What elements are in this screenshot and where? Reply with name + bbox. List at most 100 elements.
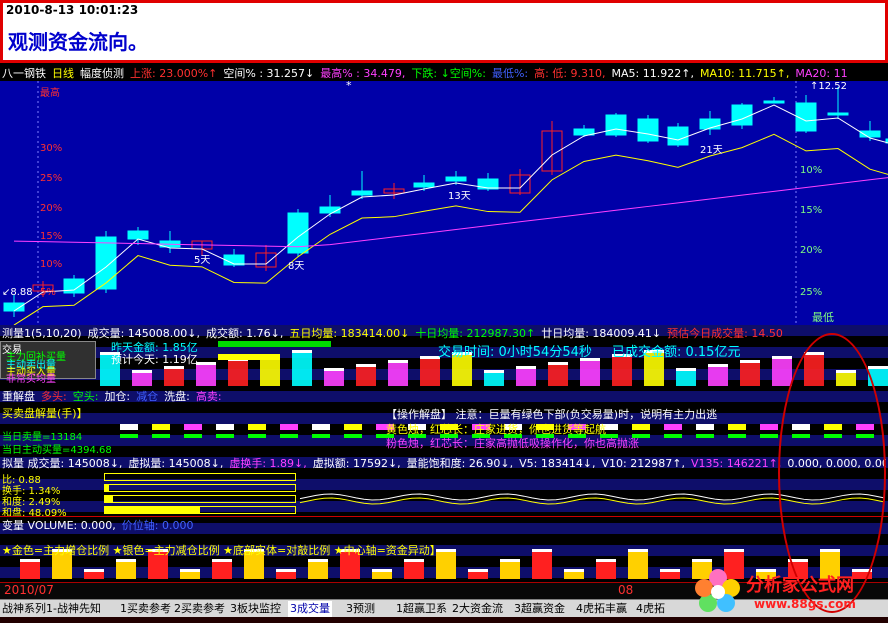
pct-label-right: 10% [800,165,822,176]
turnover-row-fill [105,485,109,491]
pct-label-left: 25% [40,173,62,184]
volume-bar-cap [132,370,152,373]
site-logo: 分析家公式网 www.88gs.com [688,566,884,616]
tab-7[interactable]: 2大资金流 [450,601,505,617]
volume-bar [420,356,440,386]
bottom-price: ↙8.88 [2,287,33,298]
volume-bar [548,362,568,386]
pct-label-left: 5% [40,287,56,298]
ratio-bar-cap [692,559,712,562]
volume-bar-cap [772,356,792,359]
ratio-bar-cap [372,569,392,572]
turnover.header-item: V5: 183414↓, [519,457,596,470]
caption-text: 观测资金流向。 [8,30,148,54]
note-pink: 粉色烛，红芯长：庄家高抛低吸操作化，你也高抛涨 [386,437,639,450]
volume-bar [772,356,792,386]
note-title: 【操作解盘】 注意：巨量有绿色下部(负交易量)时，说明有主力出逃 [386,408,718,421]
header.items-item: 下跌: ↓空间%: [411,67,486,80]
pct-label-left: 最高 [40,86,60,99]
wash.items-item: 减仓 [136,390,159,403]
header.items-item: 日线 [52,67,74,80]
tab-4[interactable]: 3成交量 [288,601,332,617]
bsp-title: 买卖盘解量(手)】 [2,407,88,420]
wash.items-item: 多头: [41,390,67,403]
vol_header.items-item: 十日均量: 212987.30↑ [415,327,536,340]
tab-5[interactable]: 3预测 [344,601,377,617]
candle-body [413,182,435,188]
ratio-bar-cap [84,569,104,572]
yesterday-bar [218,341,331,347]
tab-10[interactable]: 4虎拓 [634,601,667,617]
turnover-row-fill [105,507,200,513]
header.items-item: 八一钢铁 [2,67,46,80]
tab-9[interactable]: 4虎拓丰赢 [574,601,629,617]
turnover.header-item: 虚拟量: 145008↓, [128,457,224,470]
bottom-label: 最低 [812,311,834,324]
tab-2[interactable]: 2买卖参考 [172,601,227,617]
top-price: ↑12.52 [810,81,847,92]
ratio-bar-cap [564,569,584,572]
ratio-header: 变量 VOLUME: 0.000, 价位轴: 0.000 [2,518,202,533]
tab-6[interactable]: 1超赢卫系 [394,601,449,617]
bs-bar [728,424,746,430]
bs-bar-green [312,434,330,438]
bs-bar [280,424,298,430]
ratio-bar [532,549,552,579]
ratio-legend: ★金色=主力增仓比例 ★银色=主力减仓比例 ★底部实体=对敲比例 ★中心轴=资金… [2,544,441,557]
turnover-rows: 比: 0.88 换手: 1.34% 和度: 2.49% 和盘: 48.09% [0,471,300,519]
ratio-bar-cap [660,569,680,572]
volume-bar [580,358,600,386]
horizontal-scrollbar[interactable] [0,617,888,623]
pct-label-left: 10% [40,259,62,270]
bs-bar [696,424,714,430]
legend-avg: 非常买均量 [6,374,56,385]
ratio-bar-cap [20,559,40,562]
tab-8[interactable]: 3超赢资金 [512,601,567,617]
candle-body [667,126,689,146]
ratio-bar-cap [724,549,744,552]
price-chart-svg: 最高 30% 25% 20% 15% 10% 5% 10% 15% 20% 25% ↑12.52 ↙8.… [2,79,888,326]
traded-amount: 已成交金额: 0.15亿元 [612,345,741,360]
bs-bar-green [152,434,170,438]
ratio-bar-cap [116,559,136,562]
bs-bar [760,424,778,430]
ratio-bar-cap [628,549,648,552]
ratio-bar-cap [276,569,296,572]
bs-bar-green [280,434,298,438]
volume-bar-cap [196,362,216,365]
header.items-item: 空间% : 31.257↓ [223,67,315,80]
volume-bar-cap [356,364,376,367]
wash.items-item: 高卖: [195,390,222,403]
header.items-item: 幅度侦测 [80,67,124,80]
volume-bar [740,360,760,386]
tab-1[interactable]: 1买卖参考 [118,601,173,617]
ratio-bar [628,549,648,579]
header.items-item: MA10: 11.715↑, [699,67,790,80]
logo-title: 分析家公式网 [746,575,854,596]
candle-body [95,236,117,290]
candle-body [605,114,627,136]
header.items-item: 最高% : 34.479, [320,67,406,80]
candle-body [827,112,849,116]
tab-0[interactable]: 战神系列1-战神先知 [0,601,103,617]
trade-time: 交易时间: 0小时54分54秒 [438,345,592,360]
vol_header.items-item: 成交额: 1.76↓, [205,327,284,340]
turnover.header-item: 虚换手: 1.89↓, [229,457,307,470]
bs-bar [632,424,650,430]
header.items-item: 上涨: 23.000%↑ [130,67,218,80]
price-chart[interactable]: 最高 30% 25% 20% 15% 10% 5% 10% 15% 20% 25% ↑12.52 ↙8.… [0,79,888,326]
turnover-row-bar [104,506,296,514]
wash.items-item: 重解盘 [2,390,35,403]
pct-label-left: 20% [40,203,62,214]
volume-bar [196,362,216,386]
vol_header.items-item: 测量1(5,10,20) [2,327,82,340]
bs-bar [248,424,266,430]
turnover.header-item: V10: 212987↑, [601,457,685,470]
candle-body [763,100,785,104]
volume-bar-cap [420,356,440,359]
volume-bar [356,364,376,386]
tab-3[interactable]: 3板块监控 [228,601,283,617]
ma5-line [13,104,888,312]
indicator-header: 八一钢铁 日线 幅度侦测 上涨: 23.000%↑ 空间% : 31.257↓ 最高% :… [2,66,886,81]
turnover.header-item: V135: 146221↑, [690,457,782,470]
